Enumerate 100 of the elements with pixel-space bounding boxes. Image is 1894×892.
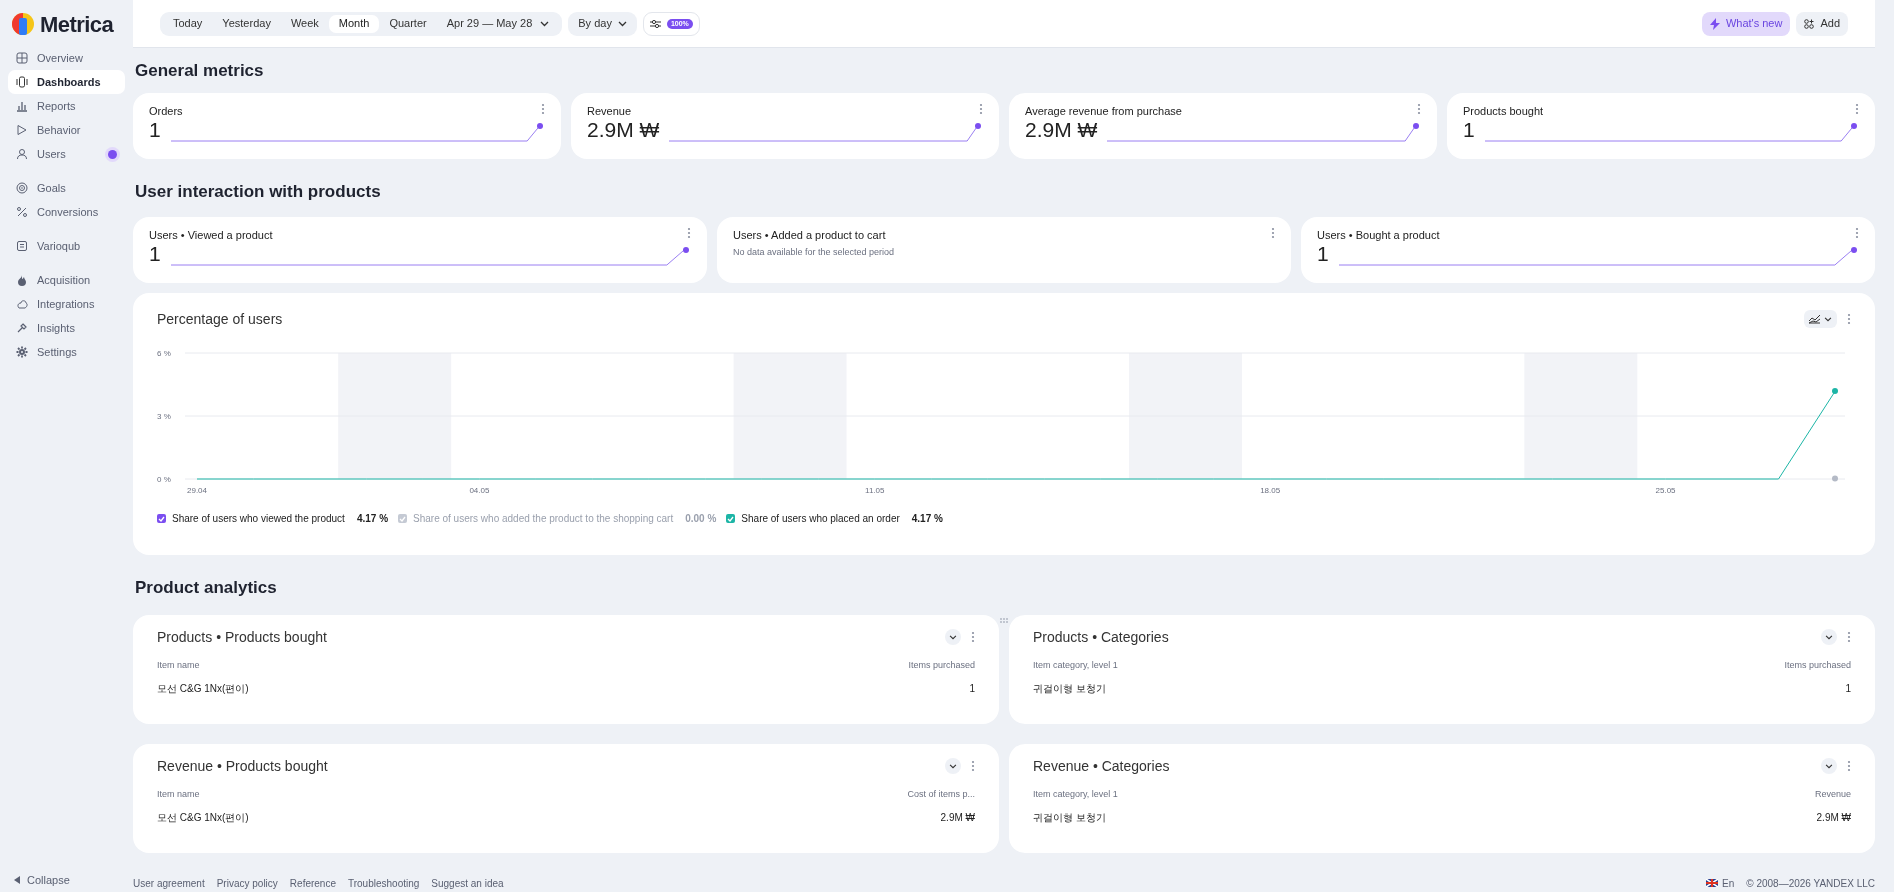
metric-value: 1 — [149, 117, 161, 142]
table-cell-text: 귀걸이형 보청기 — [1033, 810, 1106, 825]
legend-checkbox[interactable] — [726, 514, 736, 523]
metric-value: 1 — [149, 241, 161, 266]
period-tab[interactable]: Quarter — [379, 14, 437, 33]
more-icon[interactable] — [971, 631, 975, 643]
chevron-down-icon — [540, 20, 550, 27]
chevron-down-icon — [949, 634, 957, 640]
table-cell-text: 모선 C&G 1Nx(편이) — [157, 681, 249, 696]
more-icon[interactable] — [1855, 103, 1859, 115]
sidebar-item[interactable]: Dashboards — [8, 70, 125, 94]
period-tab[interactable]: Week — [280, 14, 329, 33]
footer-link[interactable]: Privacy policy — [216, 875, 278, 891]
metric-title: Products bought — [1463, 104, 1544, 119]
table-title: Revenue • Categories — [1033, 756, 1170, 776]
metric-title: Users • Added a product to cart — [733, 228, 886, 243]
column-header: Revenue — [1814, 788, 1851, 801]
sidebar-item[interactable]: Overview — [8, 46, 125, 70]
x-tick-label: 11.05 — [865, 486, 885, 495]
table-cell-text: 1 — [969, 681, 975, 696]
sidebar-item[interactable]: Conversions — [8, 200, 125, 224]
metric-title: Orders — [149, 104, 183, 119]
grouping-label: By day — [578, 16, 612, 32]
percent-icon — [16, 206, 28, 218]
grid-icon — [16, 52, 28, 64]
more-icon[interactable] — [1847, 760, 1851, 772]
legend-checkbox[interactable] — [157, 514, 166, 523]
period-tab[interactable]: Today — [163, 14, 213, 33]
more-icon[interactable] — [979, 103, 983, 115]
more-icon[interactable] — [971, 760, 975, 772]
collapse-button[interactable]: Collapse — [27, 871, 70, 889]
chevron-down-icon — [617, 20, 627, 27]
sidebar-item[interactable]: Integrations — [8, 292, 125, 316]
settings-icon — [16, 346, 28, 358]
footer-link[interactable]: Troubleshooting — [348, 875, 420, 891]
expand-button[interactable] — [945, 629, 961, 645]
period-tab[interactable]: Month — [328, 14, 380, 33]
more-icon[interactable] — [1417, 103, 1421, 115]
flag-icon — [1706, 879, 1718, 887]
column-header: Items purchased — [908, 659, 975, 672]
period-tab[interactable]: Yesterday — [212, 14, 281, 33]
expand-button[interactable] — [945, 758, 961, 774]
expand-button[interactable] — [1821, 629, 1837, 645]
table-title: Revenue • Products bought — [157, 756, 328, 776]
chevron-down-icon — [1825, 634, 1833, 640]
x-tick-label: 04.05 — [469, 486, 490, 495]
column-header: Item name — [157, 659, 200, 672]
target-icon — [16, 182, 28, 194]
logo-icon — [12, 13, 34, 35]
column-header: Cost of items p... — [907, 788, 975, 801]
table-cell-text: 2.9M ₩ — [940, 810, 975, 825]
more-icon[interactable] — [687, 227, 691, 239]
footer-link[interactable]: Suggest an idea — [431, 875, 504, 891]
sidebar-item[interactable]: Varioqub — [8, 234, 125, 258]
sidebar-item[interactable]: Reports — [8, 94, 125, 118]
add-button[interactable]: Add — [1796, 11, 1848, 36]
section-heading: Product analytics — [134, 577, 278, 600]
language-button[interactable]: En — [1722, 875, 1735, 891]
sidebar-item[interactable]: Insights — [8, 316, 125, 340]
document-icon — [16, 240, 28, 252]
metric-title: Users • Bought a product — [1317, 228, 1440, 243]
metric-title: Average revenue from purchase — [1025, 104, 1182, 119]
collapse-icon — [14, 876, 21, 884]
more-icon[interactable] — [1847, 631, 1851, 643]
table-cell-text: 귀걸이형 보청기 — [1033, 681, 1106, 696]
more-icon[interactable] — [541, 103, 545, 115]
table-cell-text: 1 — [1845, 681, 1851, 696]
table-cell-text: 모선 C&G 1Nx(편이) — [157, 810, 249, 825]
column-header: Item category, level 1 — [1033, 788, 1118, 801]
section-heading: User interaction with products — [134, 181, 382, 204]
sidebar-item[interactable]: Users — [8, 142, 125, 166]
more-icon[interactable] — [1847, 313, 1851, 325]
legend-value: 4.17 % — [356, 512, 389, 526]
grouping-selector[interactable]: By day — [568, 11, 637, 36]
date-range-button[interactable]: Apr 29 — May 28 — [436, 14, 560, 33]
more-icon[interactable] — [1855, 227, 1859, 239]
sidebar-item[interactable]: Behavior — [8, 118, 125, 142]
section-heading: General metrics — [134, 59, 265, 82]
data-point — [1832, 387, 1838, 394]
bar-chart-icon — [16, 100, 28, 112]
metric-value: 1 — [1317, 241, 1329, 266]
metric-value: 2.9M ₩ — [1025, 117, 1098, 142]
whats-new-button[interactable]: What's new — [1701, 11, 1791, 36]
drag-handle-icon[interactable] — [1000, 618, 1008, 623]
footer-link[interactable]: Reference — [289, 875, 336, 891]
data-point — [1832, 475, 1838, 482]
chevron-down-icon — [1824, 316, 1832, 322]
chart-type-button[interactable] — [1804, 310, 1837, 328]
metric-value: 1 — [1463, 117, 1475, 142]
no-data-message: No data available for the selected period — [733, 245, 896, 259]
footer-link[interactable]: User agreement — [133, 875, 205, 891]
sidebar-item[interactable]: Acquisition — [8, 268, 125, 292]
sidebar-item[interactable]: Settings — [8, 340, 125, 364]
expand-button[interactable] — [1821, 758, 1837, 774]
metric-title: Users • Viewed a product — [149, 228, 273, 243]
legend-label: Share of users who placed an order — [741, 512, 900, 526]
more-icon[interactable] — [1271, 227, 1275, 239]
copyright-text: © 2008—2026 YANDEX LLC — [1746, 876, 1875, 891]
sidebar-item[interactable]: Goals — [8, 176, 125, 200]
chevron-down-icon — [949, 763, 957, 769]
